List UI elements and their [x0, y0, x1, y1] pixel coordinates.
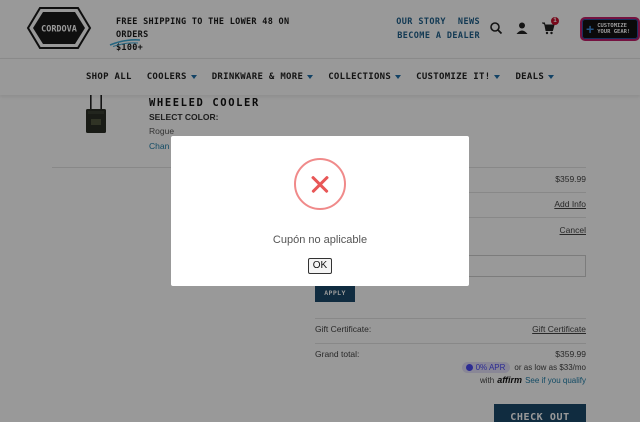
alert-message: Cupón no aplicable [272, 234, 368, 246]
alert-dialog: Cupón no aplicable OK [171, 136, 469, 286]
ok-button[interactable]: OK [308, 258, 332, 274]
error-x-icon [294, 158, 346, 210]
